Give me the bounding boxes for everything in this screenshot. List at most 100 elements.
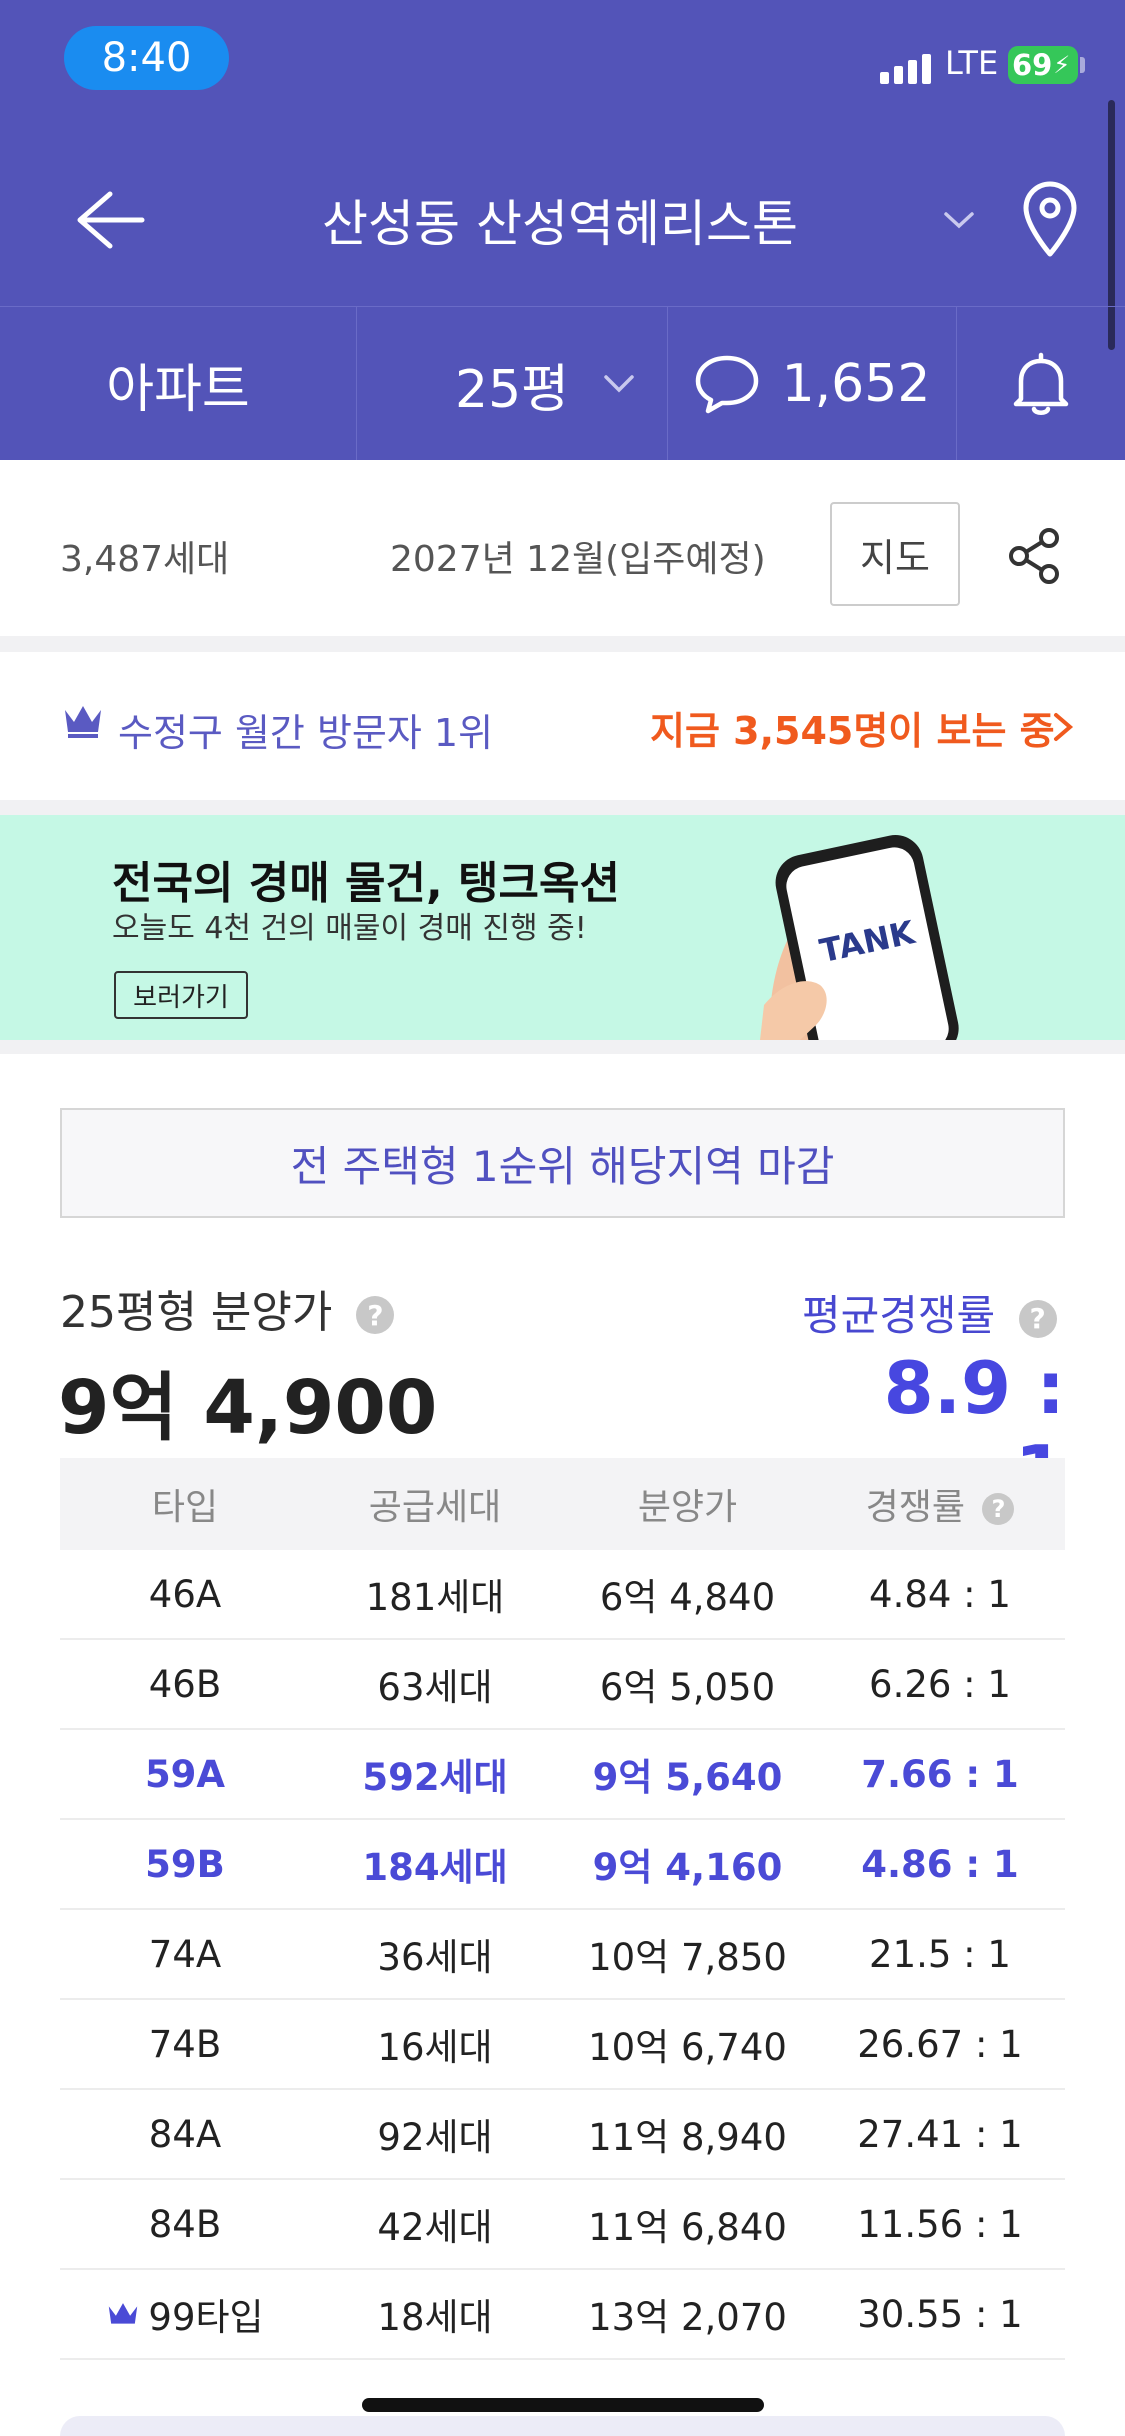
signal-icon: [880, 50, 931, 84]
cell-ratio: 30.55 : 1: [857, 2292, 1023, 2336]
cell-type: 74A: [148, 1932, 222, 1976]
help-icon[interactable]: ?: [356, 1296, 395, 1334]
cell-ratio: 4.86 : 1: [861, 1842, 1019, 1886]
cell-type: 74B: [148, 2022, 222, 2066]
table-header: 타입 공급세대 분양가 경쟁률 ?: [60, 1458, 1065, 1550]
phone-in-hand-image: TANK: [760, 835, 959, 1040]
tab-type-label: 아파트: [106, 359, 250, 420]
table-row: 74B 16세대 10억 6,740 26.67 : 1: [60, 2000, 1065, 2090]
visitor-bar[interactable]: 수정구 월간 방문자 1위 지금 3,545명이 보는 중: [0, 652, 1125, 800]
cell-ratio: 6.26 : 1: [869, 1662, 1011, 1706]
cell-units: 16세대: [377, 2026, 493, 2069]
status-bar: 8:40 LTE 69 ⚡: [0, 0, 1125, 110]
header-price: 분양가: [637, 1487, 738, 1528]
cell-type: 99타입: [60, 2287, 310, 2341]
complex-title[interactable]: 산성동 산성역헤리스톤: [240, 160, 880, 280]
competition-label: 평균경쟁률: [802, 1291, 996, 1340]
cell-price: 11억 6,840: [588, 2206, 787, 2249]
filter-tabs: 아파트 25평 1,652: [0, 306, 1125, 461]
competition-label-group: 평균경쟁률 ?: [802, 1282, 1057, 1343]
comment-icon: [695, 355, 758, 414]
bottom-panel-edge: [60, 2416, 1065, 2436]
cell-units: 184세대: [362, 1846, 508, 1889]
status-time: 8:40: [64, 26, 229, 90]
cell-type: 46A: [148, 1572, 222, 1616]
table-row: 84A 92세대 11억 8,940 27.41 : 1: [60, 2090, 1065, 2180]
cell-ratio: 11.56 : 1: [857, 2202, 1023, 2246]
home-indicator[interactable]: [362, 2398, 764, 2412]
cell-price: 11억 8,940: [588, 2116, 787, 2159]
unit-type-table: 타입 공급세대 분양가 경쟁률 ? 46A 181세대 6억 4,840 4.84 :…: [60, 1458, 1065, 2360]
banner-view-button[interactable]: 보러가기: [114, 971, 248, 1019]
cell-type: 59B: [145, 1842, 225, 1886]
ad-banner[interactable]: 전국의 경매 물건, 탱크옥션 오늘도 4천 건의 매물이 경매 진행 중! 보…: [0, 815, 1125, 1040]
help-icon[interactable]: ?: [1018, 1299, 1057, 1338]
tab-comments[interactable]: 1,652: [668, 307, 957, 461]
table-row: 46B 63세대 6억 5,050 6.26 : 1: [60, 1640, 1065, 1730]
back-icon[interactable]: [70, 188, 150, 252]
cell-ratio: 26.67 : 1: [857, 2022, 1023, 2066]
header-ratio: 경쟁률 ?: [815, 1478, 1065, 1530]
cell-units: 92세대: [377, 2116, 493, 2159]
battery-level: 69: [1012, 48, 1053, 82]
header-units: 공급세대: [368, 1487, 502, 1528]
title-bar: 산성동 산성역헤리스톤: [0, 160, 1125, 280]
cell-price: 6억 4,840: [599, 1576, 776, 1619]
help-icon[interactable]: ?: [982, 1493, 1015, 1525]
banner-subtitle: 오늘도 4천 건의 매물이 경매 진행 중!: [112, 911, 587, 946]
divider: [0, 1040, 1125, 1054]
table-row: 59B 184세대 9억 4,160 4.86 : 1: [60, 1820, 1065, 1910]
cell-units: 18세대: [377, 2296, 493, 2339]
banner-title: 전국의 경매 물건, 탱크옥션: [112, 858, 620, 909]
bell-icon: [1013, 352, 1069, 415]
comment-count: 1,652: [781, 354, 931, 414]
subscription-status-notice: 전 주택형 1순위 해당지역 마감: [60, 1108, 1065, 1218]
cell-units: 42세대: [377, 2206, 493, 2249]
cell-type: 59A: [144, 1752, 226, 1796]
battery-tip: [1080, 57, 1085, 73]
sale-price-value: 9억 4,900: [58, 1365, 438, 1451]
cell-ratio: 21.5 : 1: [869, 1932, 1011, 1976]
chevron-down-icon[interactable]: [942, 205, 976, 235]
tab-size-label: 25평: [454, 359, 569, 420]
chevron-right-icon: [1054, 713, 1074, 741]
tab-size[interactable]: 25평: [357, 307, 668, 461]
table-row: 46A 181세대 6억 4,840 4.84 : 1: [60, 1550, 1065, 1640]
cell-type: 84A: [148, 2112, 222, 2156]
chevron-down-icon: [604, 375, 634, 393]
header-type: 타입: [151, 1487, 219, 1528]
cell-units: 592세대: [362, 1756, 508, 1799]
cell-ratio: 27.41 : 1: [857, 2112, 1023, 2156]
cell-type: 84B: [148, 2202, 222, 2246]
charging-icon: ⚡: [1053, 51, 1071, 79]
cell-price: 10억 6,740: [588, 2026, 787, 2069]
tab-type[interactable]: 아파트: [0, 307, 357, 461]
household-count: 3,487세대: [60, 539, 230, 580]
notification-button[interactable]: [957, 307, 1125, 461]
visitor-rank: 수정구 월간 방문자 1위: [118, 711, 494, 755]
header-ratio-label: 경쟁률: [865, 1487, 965, 1528]
battery-icon: 69 ⚡: [1008, 46, 1078, 84]
cell-ratio: 4.84 : 1: [869, 1572, 1011, 1616]
map-button[interactable]: 지도: [830, 502, 960, 606]
table-row: 84B 42세대 11억 6,840 11.56 : 1: [60, 2180, 1065, 2270]
cell-units: 36세대: [377, 1936, 493, 1979]
cell-type: 46B: [148, 1662, 222, 1706]
cell-units: 181세대: [365, 1576, 505, 1619]
table-row: 99타입 18세대 13억 2,070 30.55 : 1: [60, 2270, 1065, 2360]
complex-info: 3,487세대 2027년 12월(입주예정) 지도: [0, 460, 1125, 636]
network-label: LTE: [945, 44, 999, 82]
map-pin-icon[interactable]: [1020, 180, 1080, 260]
cell-price: 13억 2,070: [588, 2296, 787, 2339]
cell-price: 10억 7,850: [588, 1936, 787, 1979]
share-icon[interactable]: [1005, 526, 1065, 586]
app-header: 8:40 LTE 69 ⚡ 산성동 산성역헤리스톤 아파트 25평 1,652: [0, 0, 1125, 461]
cell-price: 9억 5,640: [592, 1756, 783, 1799]
table-row: 74A 36세대 10억 7,850 21.5 : 1: [60, 1910, 1065, 2000]
cell-ratio: 7.66 : 1: [861, 1752, 1019, 1796]
table-body: 46A 181세대 6억 4,840 4.84 : 1 46B 63세대 6억 5,050 6…: [60, 1550, 1065, 2360]
table-row: 59A 592세대 9억 5,640 7.66 : 1: [60, 1730, 1065, 1820]
divider: [0, 636, 1125, 652]
crown-icon: [65, 706, 101, 738]
crown-icon: [109, 2303, 138, 2324]
